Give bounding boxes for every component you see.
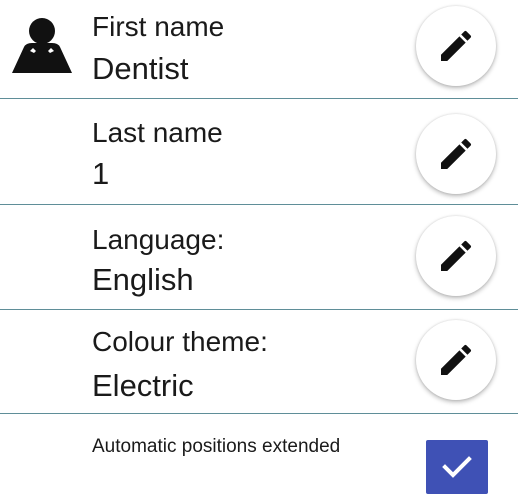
colour-theme-value: Electric (92, 368, 194, 403)
edit-last-name-button[interactable] (416, 114, 496, 194)
colour-theme-label: Colour theme: (92, 326, 268, 357)
divider (0, 413, 518, 414)
field-row-language: Language: English (0, 208, 518, 312)
edit-first-name-button[interactable] (416, 6, 496, 86)
divider (0, 309, 518, 310)
automatic-positions-label: Automatic positions extended (92, 436, 341, 457)
field-row-last-name: Last name 1 (0, 104, 518, 208)
first-name-label: First name (92, 11, 225, 42)
divider (0, 204, 518, 205)
field-row-colour-theme: Colour theme: Electric (0, 312, 518, 416)
last-name-label: Last name (92, 117, 223, 148)
language-value: English (92, 262, 194, 297)
pencil-icon (441, 138, 472, 169)
edit-language-button[interactable] (416, 216, 496, 296)
edit-colour-theme-button[interactable] (416, 320, 496, 400)
pencil-icon (441, 344, 472, 375)
divider (0, 98, 518, 99)
pencil-icon (441, 30, 472, 61)
pencil-icon (441, 240, 472, 271)
automatic-positions-checkbox[interactable] (426, 440, 488, 494)
last-name-value: 1 (92, 156, 110, 191)
field-row-first-name: First name Dentist (0, 0, 518, 104)
checkmark-icon (442, 456, 472, 478)
first-name-value: Dentist (92, 51, 189, 86)
language-label: Language: (92, 224, 225, 255)
